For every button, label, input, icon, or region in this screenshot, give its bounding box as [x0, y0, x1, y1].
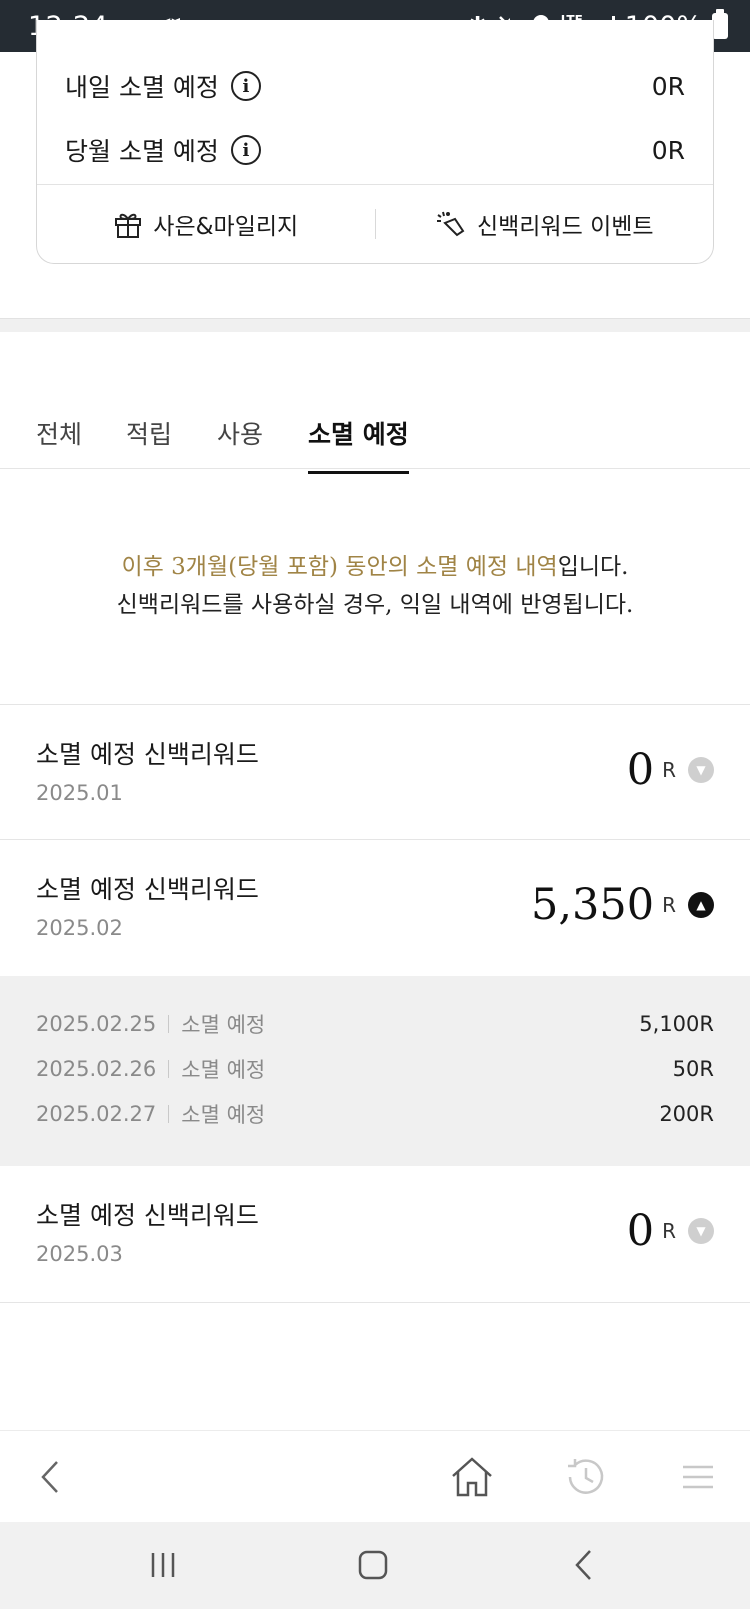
section-separator: [0, 318, 750, 332]
tomorrow-expiry-row: 내일 소멸 예정 i 0R: [65, 66, 685, 106]
detail-date: 2025.02.26: [36, 1057, 157, 1081]
detail-row: 2025.02.26 소멸 예정 50R: [36, 1054, 714, 1084]
gift-mileage-link[interactable]: 사은&마일리지: [37, 207, 375, 241]
home-icon: [358, 1550, 388, 1580]
item-date: 2025.01: [36, 781, 123, 805]
detail-separator: [168, 1015, 170, 1033]
item-date: 2025.02: [36, 916, 123, 940]
gift-icon: [115, 213, 142, 238]
celebration-icon: [436, 211, 465, 237]
chevron-down-icon[interactable]: ▼: [688, 757, 714, 783]
item-amount: 0: [626, 1206, 655, 1256]
row-value: 0R: [651, 71, 685, 101]
item-date: 2025.03: [36, 1242, 123, 1266]
reward-event-link[interactable]: 신백리워드 이벤트: [376, 207, 714, 241]
link-label: 신백리워드 이벤트: [476, 214, 654, 240]
detail-separator: [168, 1105, 170, 1123]
info-icon[interactable]: i: [230, 71, 261, 101]
amount-unit: R: [662, 1219, 676, 1243]
detail-amount: 200R: [659, 1102, 714, 1126]
menu-icon: [683, 1465, 713, 1489]
amount-unit: R: [662, 758, 676, 782]
detail-label: 소멸 예정: [181, 1058, 266, 1082]
summary-card: 내일 소멸 예정 i 0R 당월 소멸 예정 i 0R 사은&마일리지 신백리워…: [36, 20, 714, 264]
back-button[interactable]: [22, 1447, 82, 1507]
detail-date: 2025.02.25: [36, 1012, 157, 1036]
detail-separator: [168, 1060, 170, 1078]
tab-all[interactable]: 전체: [36, 415, 82, 471]
system-home-button[interactable]: [345, 1540, 401, 1590]
item-amount: 5,350: [530, 880, 655, 930]
detail-amount: 50R: [672, 1057, 714, 1081]
card-links: 사은&마일리지 신백리워드 이벤트: [37, 185, 713, 263]
divider: [0, 1302, 750, 1303]
detail-row: 2025.02.25 소멸 예정 5,100R: [36, 1009, 714, 1039]
chevron-down-icon[interactable]: ▼: [688, 1218, 714, 1244]
battery-icon: [712, 9, 728, 39]
notice-line1-rest: 입니다.: [557, 554, 629, 580]
history-icon: [568, 1459, 604, 1494]
item-title: 소멸 예정 신백리워드: [36, 1201, 259, 1230]
item-title: 소멸 예정 신백리워드: [36, 875, 259, 904]
recents-button[interactable]: [135, 1540, 191, 1590]
expiry-detail-list: 2025.02.25 소멸 예정 5,100R 2025.02.26 소멸 예정…: [0, 976, 750, 1166]
tab-bar: 전체 적립 사용 소멸 예정: [0, 395, 750, 474]
home-button[interactable]: [442, 1447, 502, 1507]
info-icon[interactable]: i: [230, 135, 261, 165]
detail-row: 2025.02.27 소멸 예정 200R: [36, 1099, 714, 1129]
detail-date: 2025.02.27: [36, 1102, 157, 1126]
item-title: 소멸 예정 신백리워드: [36, 740, 259, 769]
row-label: 당월 소멸 예정: [65, 137, 219, 166]
home-icon: [452, 1457, 492, 1497]
row-value: 0R: [651, 135, 685, 165]
link-label: 사은&마일리지: [153, 214, 299, 240]
detail-amount: 5,100R: [639, 1012, 714, 1036]
tab-earned[interactable]: 적립: [126, 415, 172, 471]
detail-label: 소멸 예정: [181, 1013, 266, 1037]
list-item-2025-01[interactable]: 소멸 예정 신백리워드 2025.01 0 R ▼: [0, 705, 750, 839]
recents-icon: [151, 1553, 175, 1577]
list-item-2025-02[interactable]: 소멸 예정 신백리워드 2025.02 5,350 R ▲: [0, 840, 750, 976]
tab-expiring[interactable]: 소멸 예정: [308, 415, 409, 474]
back-icon: [575, 1550, 591, 1580]
menu-button[interactable]: [668, 1447, 728, 1507]
amount-unit: R: [662, 893, 676, 917]
bottom-nav: [0, 1430, 750, 1522]
system-back-button[interactable]: [556, 1540, 612, 1590]
chevron-up-icon[interactable]: ▲: [688, 892, 714, 918]
tab-used[interactable]: 사용: [217, 415, 263, 471]
expiry-notice: 이후 3개월(당월 포함) 동안의 소멸 예정 내역입니다. 신백리워드를 사용…: [0, 548, 750, 624]
system-nav-bar: [0, 1522, 750, 1609]
row-label: 내일 소멸 예정: [65, 73, 219, 102]
detail-label: 소멸 예정: [181, 1103, 266, 1127]
list-item-2025-03[interactable]: 소멸 예정 신백리워드 2025.03 0 R ▼: [0, 1166, 750, 1302]
notice-highlight: 이후 3개월(당월 포함) 동안의 소멸 예정 내역: [121, 554, 558, 580]
notice-line2: 신백리워드를 사용하실 경우, 익일 내역에 반영됩니다.: [116, 592, 634, 618]
back-icon: [41, 1461, 58, 1493]
item-amount: 0: [626, 745, 655, 795]
month-expiry-row: 당월 소멸 예정 i 0R: [65, 130, 685, 170]
history-button[interactable]: [556, 1447, 616, 1507]
